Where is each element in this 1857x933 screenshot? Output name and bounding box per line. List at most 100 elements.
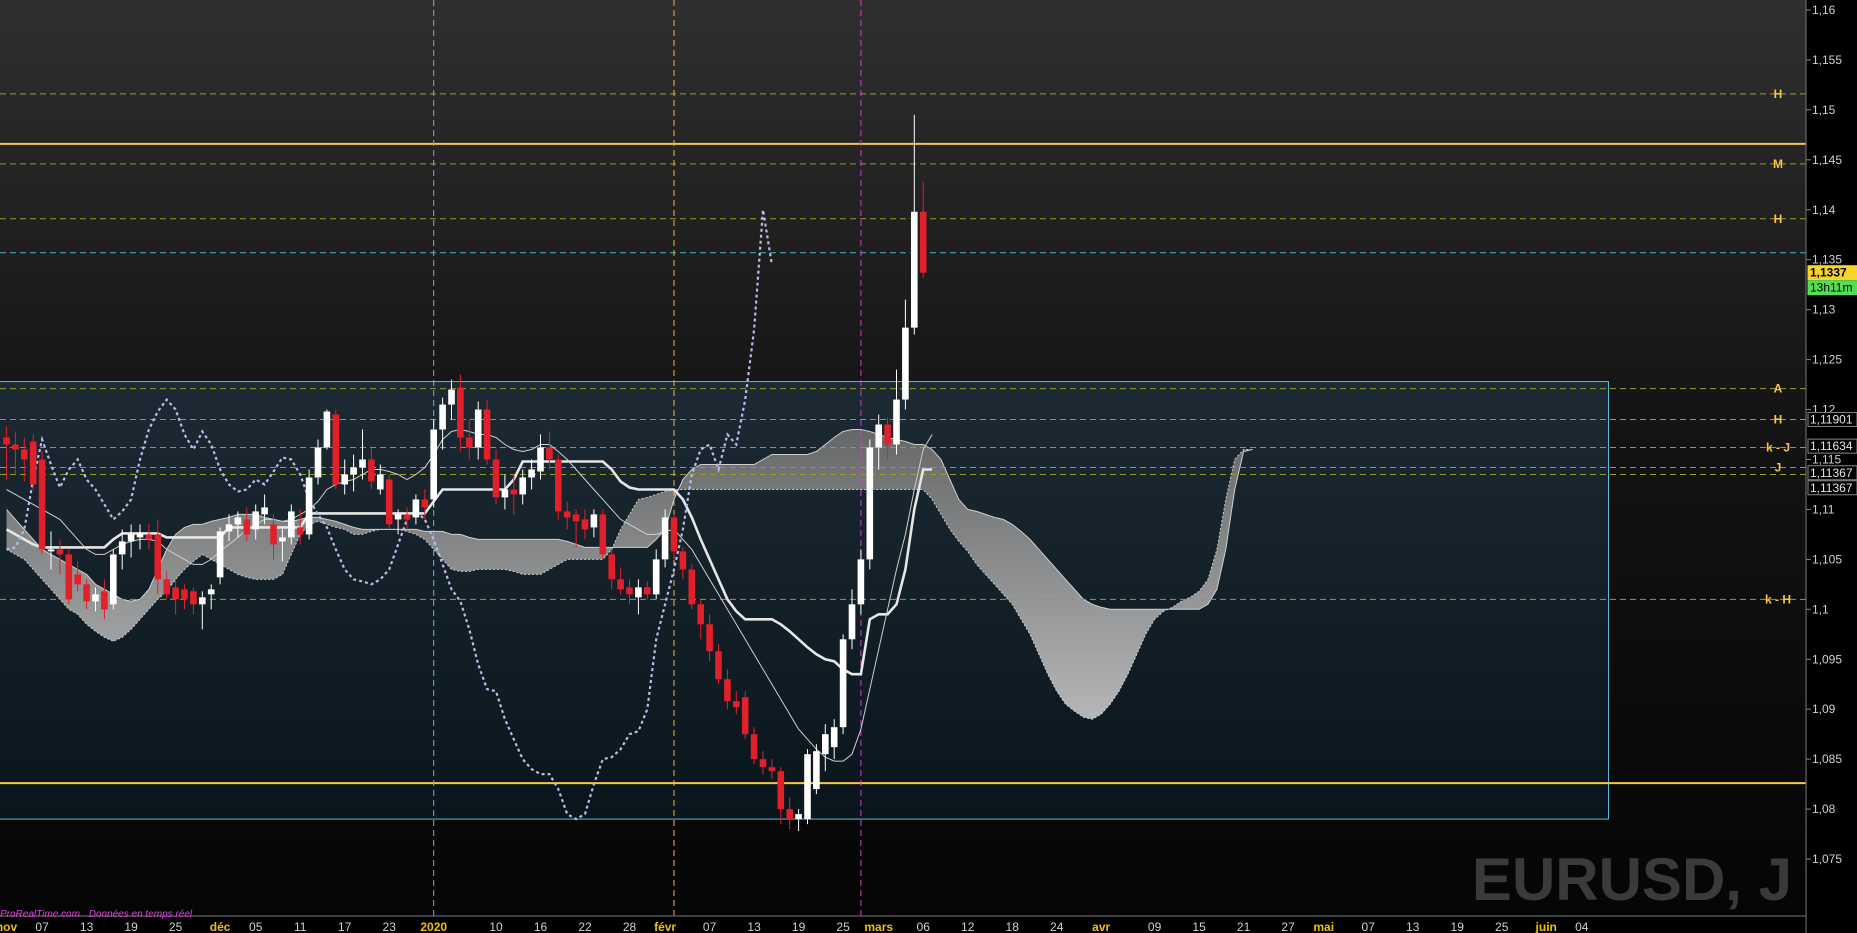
- symbol-watermark: EURUSD, J: [1472, 846, 1792, 913]
- candle-body-11: [101, 591, 108, 610]
- credit-text: ProRealTime.com Données en temps réel: [0, 909, 193, 920]
- x-tick-label-30: mai: [1313, 920, 1334, 933]
- candle-body-51: [457, 387, 464, 438]
- candle-body-74: [661, 517, 669, 560]
- level-label-4: H: [1774, 212, 1783, 226]
- x-tick-label-28: 21: [1237, 920, 1251, 933]
- candle-body-54: [483, 409, 491, 460]
- candle-body-80: [715, 651, 722, 680]
- x-tick-label-21: 06: [917, 920, 931, 933]
- candle-body-46: [412, 499, 420, 518]
- x-tick-label-6: 05: [249, 920, 263, 933]
- candle-body-9: [83, 584, 90, 602]
- candle-body-87: [777, 771, 785, 810]
- price-tag-text-4: 1,11367: [1810, 466, 1853, 480]
- candle-body-92: [822, 734, 829, 755]
- candle-body-53: [474, 409, 482, 448]
- x-tick-label-35: juin: [1535, 920, 1557, 933]
- candle-body-68: [608, 554, 615, 580]
- candle-body-79: [706, 624, 713, 652]
- candle-body-77: [688, 569, 696, 605]
- y-tick-label-1: 1,08: [1812, 802, 1836, 816]
- candle-body-5: [47, 549, 55, 552]
- price-tag-text-2: 1,11901: [1810, 412, 1853, 426]
- y-tick-label-0: 1,075: [1812, 852, 1842, 866]
- candle-body-75: [670, 517, 678, 552]
- candle-body-24: [216, 531, 224, 578]
- candle-body-19: [172, 587, 179, 600]
- x-tick-label-13: 22: [578, 920, 592, 933]
- candle-body-84: [750, 734, 758, 760]
- candle-body-7: [65, 554, 73, 600]
- candle-body-15: [136, 533, 144, 538]
- candle-body-4: [38, 459, 46, 550]
- candle-body-82: [733, 701, 740, 708]
- x-tick-label-29: 27: [1281, 920, 1295, 933]
- x-tick-label-27: 15: [1192, 920, 1206, 933]
- candle-body-34: [305, 477, 313, 535]
- x-tick-label-12: 16: [534, 920, 548, 933]
- candle-body-31: [279, 537, 286, 542]
- x-tick-label-23: 18: [1006, 920, 1020, 933]
- candle-body-91: [813, 751, 820, 790]
- credit-site: ProRealTime.com: [0, 909, 80, 920]
- candle-body-86: [768, 767, 776, 772]
- candle-body-89: [795, 814, 802, 820]
- candle-body-95: [848, 604, 856, 640]
- candle-body-50: [448, 389, 455, 405]
- candle-body-59: [528, 469, 535, 478]
- candle-body-22: [199, 597, 206, 605]
- candle-body-47: [421, 499, 429, 508]
- candle-body-28: [252, 511, 259, 530]
- candle-body-98: [875, 424, 882, 448]
- candle-body-17: [154, 534, 162, 580]
- y-tick-label-2: 1,085: [1812, 752, 1842, 766]
- candle-body-78: [697, 604, 704, 625]
- candle-body-0: [3, 437, 10, 445]
- level-label-5: A: [1774, 382, 1783, 396]
- candle-body-23: [207, 589, 215, 595]
- candle-body-25: [225, 524, 233, 532]
- x-tick-label-25: avr: [1092, 920, 1110, 933]
- candle-body-49: [439, 404, 446, 430]
- candle-body-55: [492, 459, 500, 498]
- candle-body-64: [572, 514, 580, 522]
- x-tick-label-4: 25: [169, 920, 183, 933]
- candle-body-96: [857, 559, 865, 605]
- candle-body-67: [599, 514, 607, 555]
- x-tick-label-0: nov: [0, 920, 17, 933]
- x-tick-label-24: 24: [1050, 920, 1064, 933]
- x-tick-label-16: 07: [703, 920, 717, 933]
- x-tick-label-34: 25: [1495, 920, 1509, 933]
- y-tick-label-16: 1,155: [1812, 53, 1842, 67]
- x-tick-label-19: 25: [836, 920, 850, 933]
- candle-body-36: [323, 411, 331, 448]
- candle-body-30: [270, 524, 277, 545]
- level-label-7: k - J: [1766, 441, 1790, 455]
- x-tick-label-18: 19: [792, 920, 806, 933]
- y-tick-label-17: 1,16: [1812, 3, 1836, 17]
- candle-body-66: [590, 514, 598, 528]
- level-label-10: k - H: [1765, 592, 1791, 606]
- candle-body-18: [163, 579, 170, 595]
- candle-body-81: [724, 679, 731, 702]
- candle-body-69: [617, 579, 624, 590]
- price-tag-text-1: 13h11m: [1810, 281, 1852, 295]
- y-tick-label-3: 1,09: [1812, 702, 1836, 716]
- candle-body-65: [581, 519, 589, 530]
- x-tick-label-8: 17: [338, 920, 352, 933]
- credit-note: Données en temps réel: [89, 909, 193, 920]
- candle-body-42: [377, 474, 384, 490]
- price-tag-text-0: 1,1337: [1810, 266, 1847, 280]
- candle-body-97: [866, 447, 874, 560]
- y-tick-label-8: 1,115: [1812, 452, 1841, 466]
- candle-body-103: [919, 211, 927, 273]
- candle-body-27: [243, 519, 251, 535]
- y-tick-label-11: 1,13: [1812, 303, 1836, 317]
- y-tick-label-7: 1,11: [1812, 502, 1835, 516]
- chart-canvas: H M H A Hk - J Jk - H 1,075 1,08 1,085 1,09 1,095…: [0, 0, 1857, 933]
- x-tick-label-17: 13: [747, 920, 761, 933]
- candle-body-102: [911, 211, 918, 328]
- candle-body-52: [466, 437, 473, 448]
- level-label-3: M: [1773, 157, 1783, 171]
